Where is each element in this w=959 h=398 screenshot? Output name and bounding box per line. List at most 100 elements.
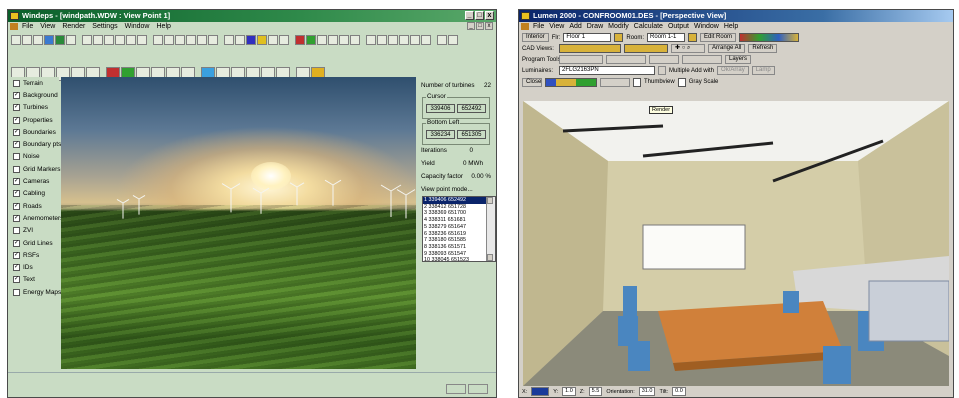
render-mode-buttons[interactable] — [545, 77, 597, 87]
toolbar-button[interactable] — [388, 35, 398, 45]
checkbox[interactable] — [13, 79, 20, 87]
viewpoint-item[interactable]: 7 338180 651585 — [423, 237, 495, 244]
viewpoint-item[interactable]: 3 338369 651700 — [423, 210, 495, 217]
menu-item-view[interactable]: View — [549, 22, 564, 32]
checkbox[interactable]: ✓ — [13, 104, 20, 112]
toolbar-button[interactable] — [126, 35, 136, 45]
menu-item-file[interactable]: File — [22, 22, 33, 32]
program-tool-buttons-3[interactable] — [649, 55, 679, 64]
toolbar-button[interactable] — [44, 35, 54, 45]
layer-toggle[interactable]: ✓ Roads — [9, 200, 59, 212]
toolbar-button[interactable] — [175, 35, 185, 45]
program-tool-buttons-2[interactable] — [606, 55, 646, 64]
list-scrollbar[interactable] — [486, 197, 495, 261]
arrange-all-button[interactable]: Arrange All — [708, 44, 746, 53]
viewpoint-item[interactable]: 4 338311 651681 — [423, 217, 495, 224]
viewpoint-mode-row[interactable]: View point mode... — [421, 186, 491, 193]
toolbar-button[interactable] — [350, 35, 360, 45]
toolbar-button[interactable] — [279, 35, 289, 45]
floor-select[interactable]: Floor 1 — [563, 33, 612, 42]
toolbar-button[interactable] — [295, 35, 305, 45]
toolbar-button[interactable] — [224, 35, 234, 45]
toolbar-button[interactable] — [22, 35, 32, 45]
cad-view-buttons-2[interactable] — [624, 44, 668, 53]
toolbar-button[interactable] — [164, 35, 174, 45]
toolbar-button[interactable] — [328, 35, 338, 45]
toolbar-button[interactable] — [11, 35, 21, 45]
room-icon[interactable] — [614, 33, 624, 42]
layer-toggle[interactable]: Grid Markers — [9, 163, 61, 175]
menu-item-add[interactable]: Add — [569, 22, 581, 32]
toolbar-button[interactable] — [153, 35, 163, 45]
layer-toggle[interactable]: ✓ RSFs — [9, 249, 59, 261]
ok-array-button[interactable]: Ok/Array — [717, 66, 749, 75]
checkbox[interactable] — [13, 153, 20, 161]
menu-item-output[interactable]: Output — [668, 22, 689, 32]
layer-toggle[interactable]: Energy Maps — [9, 286, 61, 298]
toolbar-button[interactable] — [104, 35, 114, 45]
toolbar-button[interactable] — [82, 35, 92, 45]
viewpoint-list[interactable]: 1 339406 652492 2 338412 651728 3 338369 6… — [422, 196, 496, 262]
toolbar-button[interactable] — [208, 35, 218, 45]
layer-toggle[interactable]: ✓ Grid Lines — [9, 237, 59, 249]
menu-item-window[interactable]: Window — [125, 22, 150, 32]
checkbox[interactable]: ✓ — [13, 264, 20, 272]
doc-minimize-button[interactable]: _ — [467, 22, 475, 30]
layer-toggle[interactable]: ✓ IDs — [9, 261, 59, 273]
checkbox[interactable]: ✓ — [13, 214, 20, 222]
render-button[interactable] — [600, 77, 630, 87]
layer-toggle[interactable]: ✓ Boundary pts — [9, 138, 61, 150]
checkbox[interactable]: ✓ — [13, 276, 20, 284]
viewpoint-item[interactable]: 5 338279 651647 — [423, 224, 495, 231]
menu-item-settings[interactable]: Settings — [92, 22, 117, 32]
layer-toggle[interactable]: ✓ Turbines — [9, 102, 59, 114]
toolbar-button[interactable] — [66, 35, 76, 45]
toolbar-button[interactable] — [115, 35, 125, 45]
3d-viewport[interactable] — [61, 77, 416, 369]
menu-item-window[interactable]: Window — [694, 22, 719, 32]
viewpoint-item[interactable]: 2 338412 651728 — [423, 204, 495, 211]
layer-toggle[interactable]: Noise — [9, 151, 59, 163]
menu-item-modify[interactable]: Modify — [608, 22, 629, 32]
maximize-button[interactable]: □ — [475, 11, 484, 20]
layers-button[interactable]: Layers — [725, 55, 752, 64]
checkbox[interactable]: ✓ — [13, 202, 20, 210]
layer-toggle[interactable]: ✓ Background — [9, 89, 59, 101]
layer-toggle[interactable]: ✓ Boundaries — [9, 126, 59, 138]
menu-item-help[interactable]: Help — [724, 22, 738, 32]
menu-item-file[interactable]: File — [533, 22, 544, 32]
toolbar-button[interactable] — [448, 35, 458, 45]
checkbox[interactable]: ✓ — [13, 178, 20, 186]
toolbar-button[interactable] — [93, 35, 103, 45]
checkbox[interactable] — [13, 227, 20, 235]
menu-item-render[interactable]: Render — [62, 22, 85, 32]
program-tool-buttons[interactable] — [559, 55, 603, 64]
interior-button[interactable]: Interior — [522, 33, 549, 42]
menu-item-calculate[interactable]: Calculate — [634, 22, 663, 32]
lamp-button[interactable]: Lamp — [751, 66, 775, 75]
toolbar-button[interactable] — [366, 35, 376, 45]
viewpoint-item[interactable]: 6 338236 651619 — [423, 231, 495, 238]
layer-toggle[interactable]: ✓ Properties — [9, 114, 59, 126]
luminaire-select[interactable]: 2FLG2163PN — [559, 66, 655, 75]
checkbox[interactable]: ✓ — [13, 128, 20, 136]
checkbox[interactable]: ✓ — [13, 239, 20, 247]
layer-toggle[interactable]: ✓ Text — [9, 274, 59, 286]
zoom-tools[interactable]: ✚ ○ ⌕ — [671, 44, 705, 53]
view-tools-icons[interactable] — [739, 33, 800, 42]
close-button[interactable]: Close — [522, 77, 542, 87]
checkbox[interactable]: ✓ — [13, 141, 20, 149]
checkbox[interactable] — [13, 165, 20, 173]
toolbar-button[interactable] — [137, 35, 147, 45]
layer-toggle[interactable]: ✓ Cameras — [9, 175, 59, 187]
edit-room-button[interactable]: Edit Room — [700, 33, 737, 42]
toolbar-button[interactable] — [33, 35, 43, 45]
viewpoint-item[interactable]: 10 338045 651523 — [423, 257, 495, 261]
room-select[interactable]: Room 1-1 — [647, 33, 686, 42]
doc-close-button[interactable]: x — [485, 22, 493, 30]
toolbar-button[interactable] — [317, 35, 327, 45]
toolbar-button[interactable] — [410, 35, 420, 45]
toolbar-button[interactable] — [235, 35, 245, 45]
toolbar-button[interactable] — [437, 35, 447, 45]
menu-item-draw[interactable]: Draw — [587, 22, 603, 32]
